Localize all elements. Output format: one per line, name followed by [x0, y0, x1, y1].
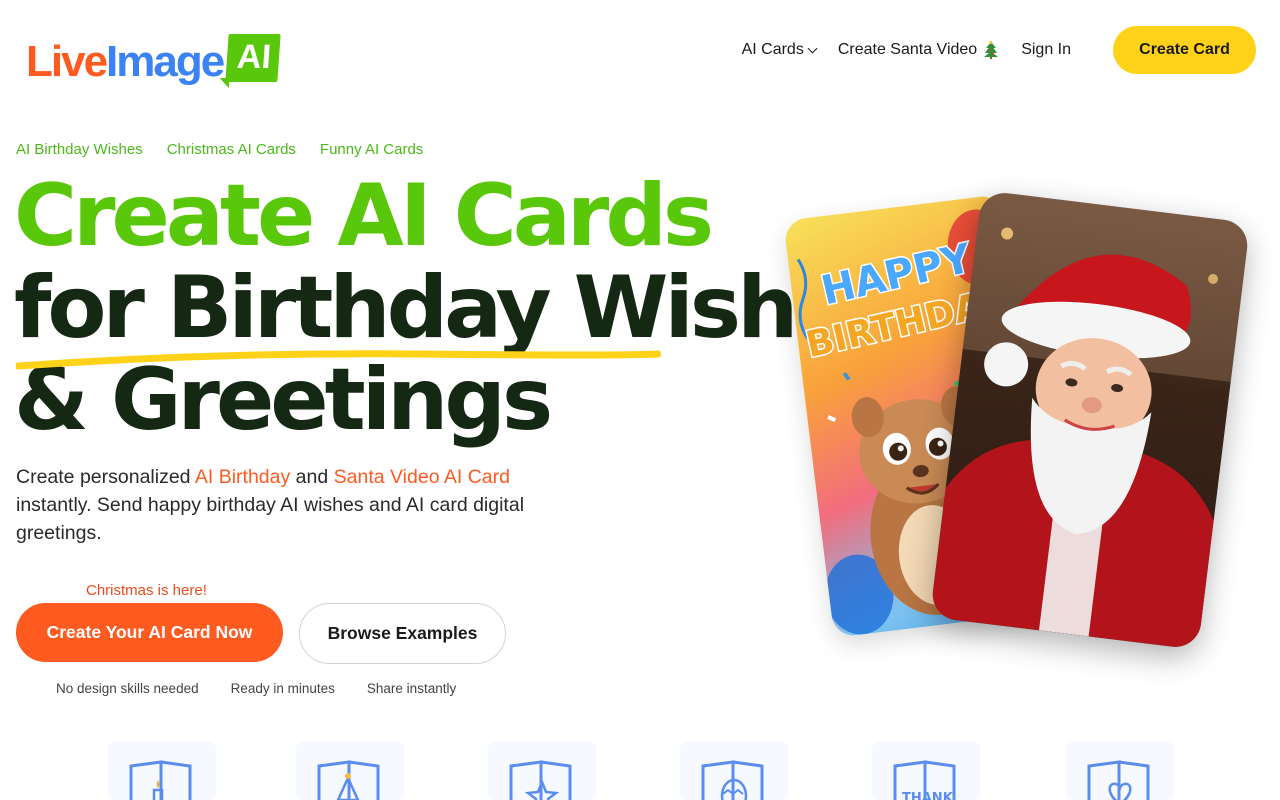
logo[interactable]: Live Image AI: [26, 28, 281, 86]
category-birthday[interactable]: [108, 742, 216, 800]
create-card-button[interactable]: Create Card: [1113, 26, 1256, 74]
create-your-ai-card-button[interactable]: Create Your AI Card Now: [16, 603, 283, 662]
logo-live-text: Live: [26, 37, 108, 86]
christmas-note: Christmas is here!: [86, 582, 207, 599]
logo-image-text: Image: [106, 37, 225, 86]
sign-in-link[interactable]: Sign In: [1021, 41, 1071, 59]
christmas-tree-icon: [984, 41, 999, 59]
logo-ai-badge: AI: [225, 34, 281, 82]
star-card-icon: [509, 760, 572, 800]
santa-card-art: [929, 190, 1251, 650]
main-nav: AI Cards Create Santa Video Sign In Crea…: [742, 26, 1256, 74]
thank-you-card-icon: THANK: [893, 760, 956, 800]
link-santa-video-ai-card[interactable]: Santa Video AI Card: [334, 466, 510, 488]
feature-item: No design skills needed: [56, 681, 199, 696]
nav-santa-video-label: Create Santa Video: [837, 41, 978, 58]
category-christmas[interactable]: [296, 742, 404, 800]
santa-card-image: [929, 190, 1251, 650]
chevron-down-icon: [807, 43, 818, 53]
card-category-row: THANK: [0, 740, 1280, 800]
category-thank-you[interactable]: THANK: [872, 742, 980, 800]
hero-subtitle-mid: and: [290, 466, 334, 488]
hero-title-line-1: Create AI Cards: [14, 166, 714, 266]
link-ai-birthday-wishes[interactable]: AI Birthday Wishes: [16, 141, 143, 158]
hero-category-links: AI Birthday Wishes Christmas AI Cards Fu…: [16, 141, 447, 158]
hero-subtitle: Create personalized AI Birthday and Sant…: [16, 463, 576, 547]
category-love[interactable]: [1066, 742, 1174, 800]
feature-item: Ready in minutes: [230, 681, 335, 696]
nav-ai-cards-label: AI Cards: [741, 41, 804, 58]
feature-list: No design skills needed Ready in minutes…: [56, 681, 488, 696]
feature-item: Share instantly: [366, 681, 457, 696]
link-christmas-ai-cards[interactable]: Christmas AI Cards: [167, 141, 296, 158]
easter-card-icon: [701, 760, 764, 800]
hero-title-line-2: for Birthday Wishes: [14, 258, 900, 358]
nav-ai-cards-dropdown[interactable]: AI Cards: [741, 41, 818, 59]
hero-subtitle-pre: Create personalized: [16, 466, 195, 488]
link-funny-ai-cards[interactable]: Funny AI Cards: [320, 141, 423, 158]
category-star[interactable]: [488, 742, 596, 800]
hero-title: Create AI Cards for Birthday Wishes & Gr…: [14, 166, 900, 446]
nav-create-santa-video[interactable]: Create Santa Video: [838, 41, 999, 59]
link-ai-birthday[interactable]: AI Birthday: [195, 466, 290, 488]
thank-label: THANK: [902, 791, 954, 800]
category-easter[interactable]: [680, 742, 788, 800]
site-header: Live Image AI AI Cards Create Santa Vide…: [0, 0, 1280, 100]
christmas-card-icon: [317, 760, 380, 800]
browse-examples-button[interactable]: Browse Examples: [299, 603, 506, 664]
hero-subtitle-post: instantly. Send happy birthday AI wishes…: [16, 494, 525, 544]
birthday-card-icon: [129, 760, 192, 800]
love-card-icon: [1087, 760, 1150, 800]
title-underline-decoration: [16, 350, 661, 370]
